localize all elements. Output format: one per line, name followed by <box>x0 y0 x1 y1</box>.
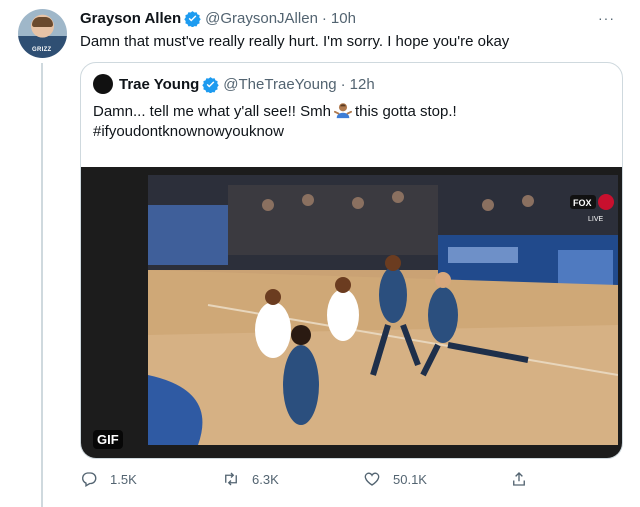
thread-line <box>41 63 43 507</box>
reply-icon <box>82 472 97 487</box>
quoted-tweet[interactable]: Trae Young @TheTraeYoung · 12h Damn... t… <box>80 62 623 459</box>
shrug-emoji-icon <box>333 103 352 119</box>
reply-count: 1.5K <box>110 471 137 487</box>
quoted-text-before-emoji: Damn... tell me what y'all see!! Smh <box>93 103 331 120</box>
heart-icon <box>364 472 380 486</box>
verified-badge-icon <box>184 10 201 27</box>
quoted-tweet-text: Damn... tell me what y'all see!! Smh thi… <box>93 101 457 142</box>
retweet-button[interactable]: 6.3K <box>222 470 279 488</box>
verified-badge-icon <box>202 76 220 93</box>
separator-dot: · <box>340 75 346 93</box>
quoted-text-after-emoji: this gotta stop.! <box>354 103 457 120</box>
gif-badge: GIF <box>93 430 123 449</box>
broadcast-live-text: LIVE <box>588 216 604 223</box>
tweet-header: Grayson Allen @GraysonJAllen · 10h <box>80 8 356 28</box>
quoted-author-name[interactable]: Trae Young <box>119 76 199 93</box>
author-avatar[interactable]: GRIZZ <box>18 9 67 58</box>
basketball-gif-frame: FOX LIVE <box>148 175 618 445</box>
quoted-tweet-header: Trae Young @TheTraeYoung · 12h <box>93 74 375 94</box>
quoted-author-handle[interactable]: @TheTraeYoung <box>223 76 336 93</box>
author-handle[interactable]: @GraysonJAllen <box>205 10 318 27</box>
like-count: 50.1K <box>393 471 427 487</box>
retweet-icon <box>225 472 237 486</box>
tweet-text: Damn that must've really really hurt. I'… <box>80 33 510 50</box>
retweet-count: 6.3K <box>252 471 279 487</box>
quoted-text-line-1: Damn... tell me what y'all see!! Smh thi… <box>93 101 457 122</box>
like-button[interactable]: 50.1K <box>363 470 427 488</box>
tweet-actions: 1.5K 6.3K 50.1K <box>80 470 540 494</box>
tweet[interactable]: GRIZZ Grayson Allen @GraysonJAllen · 10h… <box>0 0 640 507</box>
quoted-hashtag[interactable]: #ifyoudontknownowyouknow <box>93 122 457 142</box>
separator-dot: · <box>321 9 327 27</box>
quoted-tweet-time[interactable]: 12h <box>350 76 375 93</box>
broadcast-logo-text: FOX <box>573 198 592 208</box>
share-icon <box>513 472 525 486</box>
tweet-time[interactable]: 10h <box>331 10 356 27</box>
avatar-shirt-text: GRIZZ <box>32 47 52 53</box>
author-name[interactable]: Grayson Allen <box>80 10 181 27</box>
reply-button[interactable]: 1.5K <box>80 470 137 488</box>
quoted-media-gif[interactable]: FOX LIVE GIF <box>81 167 622 458</box>
more-options-icon[interactable]: ··· <box>598 10 615 26</box>
share-button[interactable] <box>510 470 540 488</box>
avatar-hair <box>32 17 53 27</box>
quoted-author-avatar[interactable] <box>93 74 113 94</box>
